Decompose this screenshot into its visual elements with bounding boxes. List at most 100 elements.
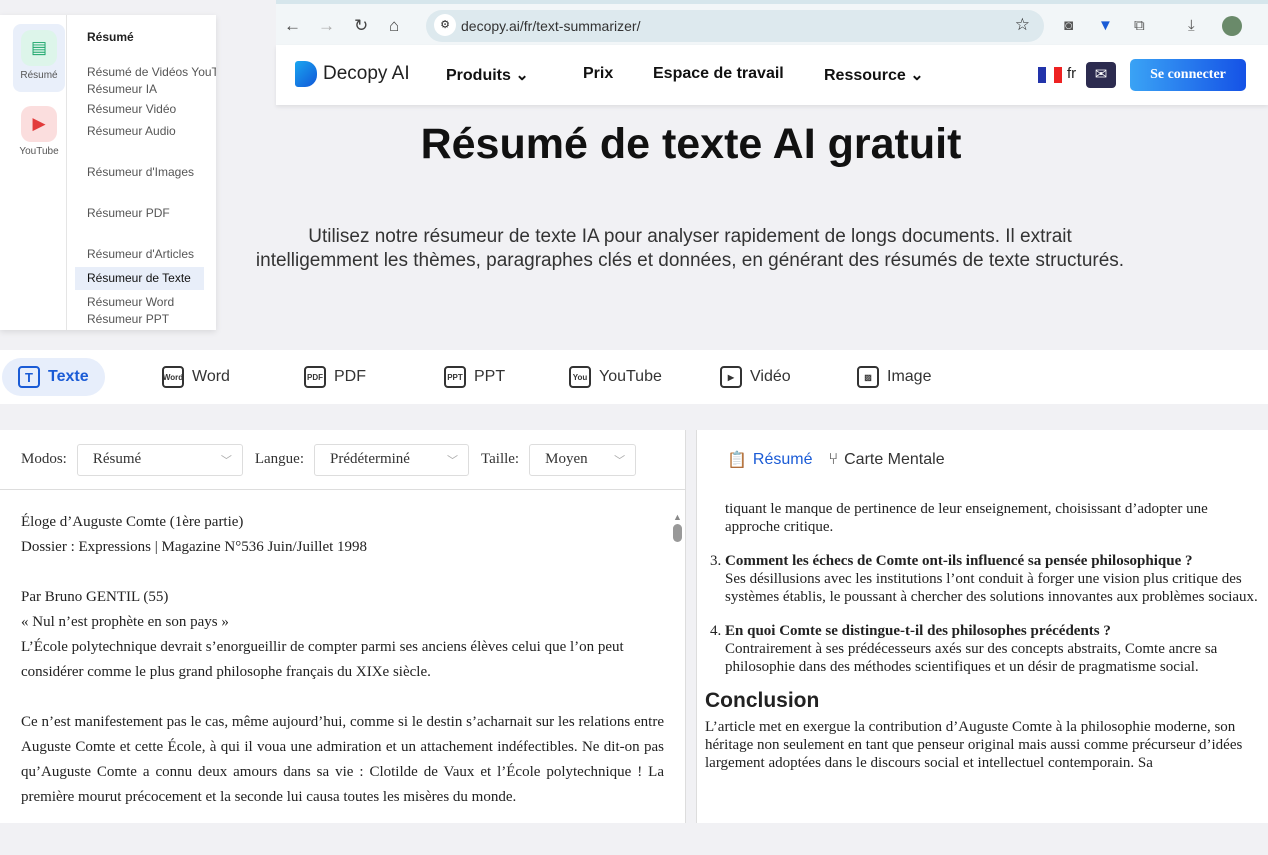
mode-select[interactable]: Résumé ﹀: [76, 443, 243, 476]
text-line: Par Bruno GENTIL (55): [21, 589, 169, 605]
video-icon: ▶: [720, 366, 742, 388]
input-type-tabs: T Texte Word Word PDF PDF PPT PPT You YouTube…: [0, 350, 1268, 404]
tab-mind-map[interactable]: ⑂ Carte Mentale: [829, 451, 945, 469]
chevron-down-icon: ﹀: [447, 454, 458, 467]
menu-item[interactable]: Résumeur IA: [87, 82, 216, 96]
back-icon[interactable]: ←: [284, 16, 301, 36]
result-tabs: 📋 Résumé ⑂ Carte Mentale: [697, 430, 1268, 490]
brand-name: Decopy AI: [323, 63, 410, 84]
mail-icon[interactable]: ✉: [1086, 62, 1116, 88]
tab-youtube[interactable]: You YouTube: [553, 358, 678, 396]
category-rail: ▤ Résumé ▶ YouTube: [0, 15, 67, 330]
site-header: Decopy AI Produits ⌄ Prix Espace de trav…: [276, 45, 1268, 105]
language-select[interactable]: Prédéterminé ﹀: [314, 443, 469, 476]
download-icon[interactable]: ⤓: [1188, 17, 1195, 34]
profile-avatar[interactable]: [1222, 16, 1242, 36]
scrollbar[interactable]: ▲: [673, 512, 683, 542]
mode-value: Résumé: [92, 451, 142, 467]
rail-label: Résumé: [20, 70, 58, 81]
menu-item[interactable]: Résumeur Vidéo: [87, 102, 216, 116]
options-bar: Modos: Résumé ﹀ Langue: Prédéterminé ﹀ Tai…: [0, 430, 685, 490]
size-select[interactable]: Moyen ﹀: [529, 443, 637, 476]
answer: Ses désillusions avec les institutions l…: [725, 571, 1258, 605]
tab-pdf[interactable]: PDF PDF: [288, 358, 382, 396]
camera-icon[interactable]: ◙: [1064, 17, 1073, 34]
text-icon: T: [18, 366, 40, 388]
reload-icon[interactable]: ↻: [354, 16, 368, 36]
tab-word[interactable]: Word Word: [146, 358, 246, 396]
nav-workspace[interactable]: Espace de travail: [653, 65, 784, 83]
tab-ppt[interactable]: PPT PPT: [428, 358, 521, 396]
tab-label: PPT: [474, 368, 506, 385]
tab-image[interactable]: ▨ Image: [841, 358, 947, 396]
question: Comment les échecs de Comte ont-ils infl…: [725, 553, 1193, 569]
youtube-icon: ▶: [21, 106, 57, 142]
language-switch[interactable]: fr: [1067, 65, 1076, 82]
conclusion-heading: Conclusion: [705, 689, 820, 712]
rail-label: YouTube: [19, 146, 59, 157]
image-icon: ▨: [857, 366, 879, 388]
tab-label: Résumé: [752, 451, 813, 468]
page-subtitle: Utilisez notre résumeur de texte IA pour…: [255, 226, 1125, 271]
extension-icon[interactable]: ▼: [1098, 17, 1113, 34]
text-input-area[interactable]: Éloge d’Auguste Comte (1ère partie) Doss…: [0, 490, 685, 855]
tab-label: Texte: [48, 368, 89, 385]
nav-produits[interactable]: Produits ⌄: [446, 65, 529, 85]
url-text[interactable]: decopy.ai/fr/text-summarizer/: [461, 18, 640, 34]
clipboard-check-icon: 📋: [727, 452, 747, 469]
brand-logo[interactable]: Decopy AI: [295, 61, 410, 87]
summary-item: En quoi Comte se distingue-t-il des phil…: [725, 622, 1258, 676]
mode-label: Modos:: [21, 451, 67, 467]
menu-item[interactable]: Résumé de Vidéos YouTube: [87, 65, 216, 79]
tab-resume[interactable]: 📋 Résumé: [727, 450, 813, 470]
text-line: Dossier : Expressions | Magazine N°536 J…: [21, 539, 368, 555]
home-icon[interactable]: ⌂: [389, 16, 399, 36]
tab-label: Vidéo: [750, 368, 791, 385]
text-line: « Nul n’est prophète en son pays »: [21, 614, 229, 630]
browser-toolbar: ← → ↻ ⌂ ⚙ decopy.ai/fr/text-summarizer/ …: [276, 0, 1268, 45]
menu-item[interactable]: Résumeur Audio: [87, 124, 216, 138]
chevron-down-icon: ﹀: [220, 454, 232, 467]
language-value: Prédéterminé: [330, 451, 410, 467]
text-paragraph: L’École polytechnique devrait s’enorguei…: [21, 639, 624, 680]
menu-item[interactable]: Résumeur PDF: [87, 206, 216, 220]
nav-prix[interactable]: Prix: [583, 65, 613, 83]
tab-label: YouTube: [599, 368, 662, 385]
menu-item[interactable]: Résumeur PPT: [87, 312, 216, 326]
input-panel: Modos: Résumé ﹀ Langue: Prédéterminé ﹀ Tai…: [0, 430, 686, 823]
youtube-icon: You: [569, 366, 591, 388]
nav-ressource[interactable]: Ressource ⌄: [824, 65, 924, 85]
question: En quoi Comte se distingue-t-il des phil…: [725, 623, 1111, 639]
scroll-thumb[interactable]: [673, 524, 682, 542]
tab-label: Carte Mentale: [844, 451, 945, 468]
pdf-icon: PDF: [304, 366, 326, 388]
address-bar[interactable]: ⚙ decopy.ai/fr/text-summarizer/ ☆: [426, 10, 1044, 42]
text-paragraph: Ce n’est manifestement pas le cas, même …: [21, 714, 664, 805]
menu-item[interactable]: Résumeur d'Images: [87, 165, 216, 179]
menu-item[interactable]: Résumeur d'Articles: [87, 247, 216, 261]
rail-item-youtube[interactable]: ▶ YouTube: [13, 100, 65, 168]
scroll-up-icon[interactable]: ▲: [673, 512, 683, 522]
tab-video[interactable]: ▶ Vidéo: [704, 358, 807, 396]
answer: Contrairement à ses prédécesseurs axés s…: [725, 641, 1218, 675]
mind-map-icon: ⑂: [828, 451, 839, 468]
ppt-icon: PPT: [444, 366, 466, 388]
text-line: Éloge d’Auguste Comte (1ère partie): [21, 514, 244, 530]
forward-icon[interactable]: →: [318, 16, 335, 36]
login-button[interactable]: Se connecter: [1130, 59, 1246, 91]
french-flag-icon[interactable]: [1038, 67, 1062, 83]
bookmark-star-icon[interactable]: ☆: [1015, 15, 1030, 35]
rail-item-resume[interactable]: ▤ Résumé: [13, 24, 65, 92]
summary-partial: tiquant le manque de pertinence de leur …: [725, 501, 1208, 535]
summary-item: Comment les échecs de Comte ont-ils infl…: [725, 552, 1258, 606]
logo-icon: [295, 61, 317, 87]
conclusion-text: L’article met en exergue la contribution…: [705, 719, 1243, 771]
menu-item-selected[interactable]: Résumeur de Texte: [75, 267, 204, 290]
menu-item[interactable]: Résumeur Word: [87, 295, 216, 309]
puzzle-icon[interactable]: ⧉: [1134, 17, 1145, 34]
tab-texte[interactable]: T Texte: [2, 358, 105, 396]
tab-label: Image: [887, 368, 932, 385]
site-settings-icon[interactable]: ⚙: [434, 14, 456, 36]
menu-heading: Résumé: [87, 30, 134, 44]
chevron-down-icon: ﹀: [614, 454, 626, 467]
